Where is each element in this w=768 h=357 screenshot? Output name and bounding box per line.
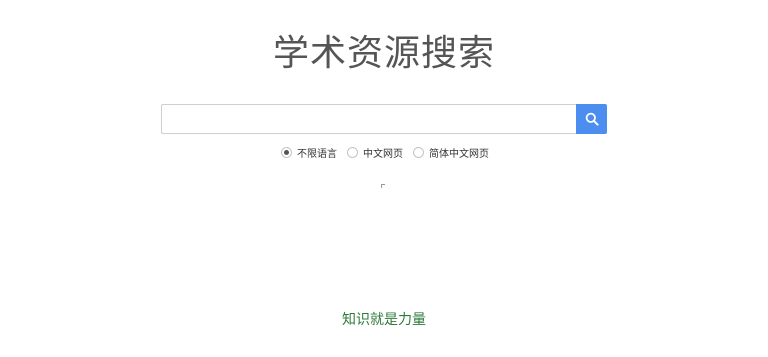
mouse-cursor-icon xyxy=(381,184,385,188)
radio-label: 简体中文网页 xyxy=(429,148,489,160)
radio-option-simplified-chinese-pages[interactable]: 简体中文网页 xyxy=(413,145,489,160)
search-button[interactable] xyxy=(576,104,607,134)
search-icon xyxy=(585,112,599,126)
page-title: 学术资源搜索 xyxy=(272,33,495,74)
radio-button[interactable] xyxy=(413,146,424,158)
search-input[interactable] xyxy=(161,104,576,134)
language-filter: 不限语言 中文网页 简体中文网页 xyxy=(281,145,499,160)
radio-label: 不限语言 xyxy=(297,148,337,160)
radio-button-checked[interactable] xyxy=(281,146,292,158)
search-page: 学术资源搜索 不限语言 中文网页 简体中文网页 知识就是力量 xyxy=(0,0,768,357)
radio-label: 中文网页 xyxy=(363,148,403,160)
radio-option-chinese-pages[interactable]: 中文网页 xyxy=(347,145,403,160)
search-bar xyxy=(161,104,607,134)
radio-option-any-language[interactable]: 不限语言 xyxy=(281,145,337,160)
footer-slogan-link[interactable]: 知识就是力量 xyxy=(0,311,768,329)
radio-button[interactable] xyxy=(347,146,358,158)
